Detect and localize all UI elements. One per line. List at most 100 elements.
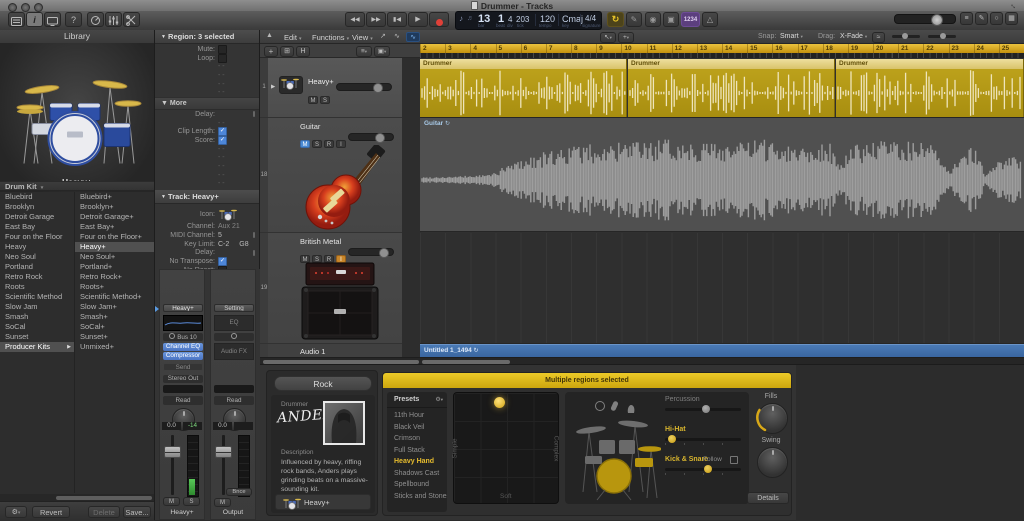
list-item[interactable]: Unmixed+ (75, 342, 154, 352)
disclosure-arrow-icon[interactable]: ▶ (271, 84, 275, 90)
delete-button[interactable]: Delete (88, 506, 120, 518)
traffic-light-minimize[interactable] (21, 3, 30, 12)
list-item[interactable]: Portland+ (75, 262, 154, 272)
list-item[interactable]: Sunset (0, 332, 74, 342)
zoom-knob[interactable] (940, 33, 946, 39)
vertical-zoom-slider[interactable] (892, 35, 920, 38)
list-item[interactable]: Brooklyn+ (75, 202, 154, 212)
preset-item[interactable]: 11th Hour (387, 410, 447, 422)
checkbox[interactable] (218, 54, 227, 63)
quick-help-button[interactable] (44, 12, 61, 27)
list-item[interactable]: Smash+ (75, 312, 154, 322)
preset-item[interactable]: Black Veil (387, 422, 447, 434)
duplicate-track-button[interactable]: ⊞ (280, 46, 294, 57)
empty-value[interactable]: - - (218, 72, 225, 79)
gain-value[interactable]: 0.0 (162, 422, 181, 430)
empty-value[interactable]: - - (218, 172, 225, 179)
note-pads-button[interactable]: ✎ (975, 12, 988, 25)
inspector-subheader[interactable]: ▼ More (155, 97, 259, 110)
slider-knob[interactable] (704, 465, 712, 473)
list-item[interactable]: Roots+ (75, 282, 154, 292)
list-item[interactable]: Brooklyn (0, 202, 74, 212)
media-browser-button[interactable]: ▦ (1005, 12, 1018, 25)
channel-strip-track[interactable]: Heavy+ Bus 10 Channel EQ Compressor Send… (159, 269, 205, 520)
traffic-light-zoom[interactable] (34, 3, 43, 12)
track-name[interactable]: Heavy+ (308, 77, 334, 86)
editors-button[interactable] (123, 12, 140, 27)
swing-knob[interactable] (757, 447, 788, 478)
strip-eq-placeholder[interactable]: EQ (214, 315, 254, 331)
empty-value[interactable]: - - (218, 120, 225, 127)
stepper[interactable] (253, 232, 255, 238)
preset-item[interactable]: Sticks and Stones (387, 491, 447, 503)
list-item[interactable]: Slow Jam (0, 302, 74, 312)
track-s-button[interactable]: S (320, 96, 330, 104)
strip-mute-button[interactable]: M (214, 498, 231, 507)
track-name[interactable]: Audio 1 (300, 347, 325, 356)
rewind-button[interactable]: ◀◀ (345, 12, 365, 27)
empty-value[interactable]: - - (218, 63, 225, 70)
automation-slot[interactable]: Read (214, 396, 254, 405)
library-category[interactable]: Drum Kit ▾ (0, 181, 154, 191)
menu-functions[interactable]: Functions ▾ (312, 33, 349, 42)
list-item[interactable]: SoCal+ (75, 322, 154, 332)
library-toggle-button[interactable] (8, 12, 25, 27)
traffic-light-close[interactable] (8, 3, 17, 12)
list-item[interactable]: Bluebird+ (75, 192, 154, 202)
track-volume-slider[interactable] (336, 83, 392, 91)
track-header-guitar[interactable]: 18 Guitar MSRI (260, 118, 402, 233)
list-item[interactable]: Heavy (0, 242, 74, 252)
drummer-avatar[interactable] (323, 401, 365, 445)
list-item[interactable]: Detroit Garage+ (75, 212, 154, 222)
list-item[interactable]: Smash (0, 312, 74, 322)
list-item[interactable]: Retro Rock (0, 272, 74, 282)
header-scrollbar-thumb[interactable] (263, 360, 419, 364)
revert-button[interactable]: Revert (32, 506, 70, 518)
drag-menu[interactable]: X-Fade ▾ (840, 33, 867, 40)
bounce-button[interactable]: Bnce (226, 488, 252, 496)
master-volume-slider[interactable] (894, 14, 956, 24)
follow-label[interactable]: Follow (703, 456, 722, 463)
list-item[interactable]: Portland (0, 262, 74, 272)
bar-ruler[interactable]: 2345678910111213141516171819202122232425 (420, 44, 1024, 53)
library-hscrollbar[interactable] (0, 494, 154, 501)
strip-mute-button[interactable]: M (163, 497, 180, 506)
strip-input-slot[interactable] (214, 333, 254, 341)
track-header-audio1[interactable]: Audio 1 (260, 344, 402, 357)
slider-knob[interactable] (668, 435, 676, 443)
help-button[interactable]: ? (65, 12, 82, 27)
empty-value[interactable]: - - (218, 146, 225, 153)
list-item[interactable]: Four on the Floor (0, 232, 74, 242)
strip-eq-display[interactable] (163, 315, 203, 331)
content-scrollbar-thumb[interactable] (422, 360, 510, 364)
slider-knob[interactable] (702, 405, 710, 413)
fader-handle[interactable] (215, 446, 232, 458)
slider-knob[interactable] (379, 248, 389, 258)
details-button[interactable]: Details (747, 492, 789, 504)
track-m-button[interactable]: M (308, 96, 318, 104)
empty-value[interactable]: - - (218, 89, 225, 96)
add-track-button[interactable]: + (264, 46, 278, 57)
horizontal-zoom-slider[interactable] (928, 35, 956, 38)
xy-puck[interactable] (494, 397, 505, 408)
region-inspector-header[interactable]: ▼ Region: 3 selected (155, 30, 259, 44)
low-latency-button[interactable]: ▣ (663, 12, 679, 27)
gain-value[interactable]: 0.0 (213, 422, 232, 430)
autopunch-button[interactable]: ✎ (626, 12, 642, 27)
mixer-button[interactable] (105, 12, 122, 27)
list-item[interactable]: Neo Soul (0, 252, 74, 262)
stepper[interactable] (253, 111, 255, 117)
snap-menu[interactable]: Smart ▾ (780, 33, 803, 40)
loop-browser-button[interactable]: ○ (990, 12, 1003, 25)
drummer-region[interactable]: Drummer (836, 59, 1024, 117)
channel-strip-output[interactable]: Setting EQ Audio FX Read 0.0 Bnce M Outp… (210, 269, 256, 520)
cycle-button[interactable]: ↻ (607, 12, 624, 27)
empty-value[interactable]: - - (218, 81, 225, 88)
catch-playhead-button[interactable]: ↗ (380, 32, 386, 40)
list-editors-button[interactable]: ≡ (960, 12, 973, 25)
menu-view[interactable]: View ▾ (352, 33, 373, 42)
preset-item[interactable]: Shadows Cast (387, 468, 447, 480)
command-tool-menu[interactable]: +▾ (618, 32, 634, 43)
preset-item[interactable]: Crimson (387, 433, 447, 445)
drummer-region[interactable]: Drummer (420, 59, 627, 117)
